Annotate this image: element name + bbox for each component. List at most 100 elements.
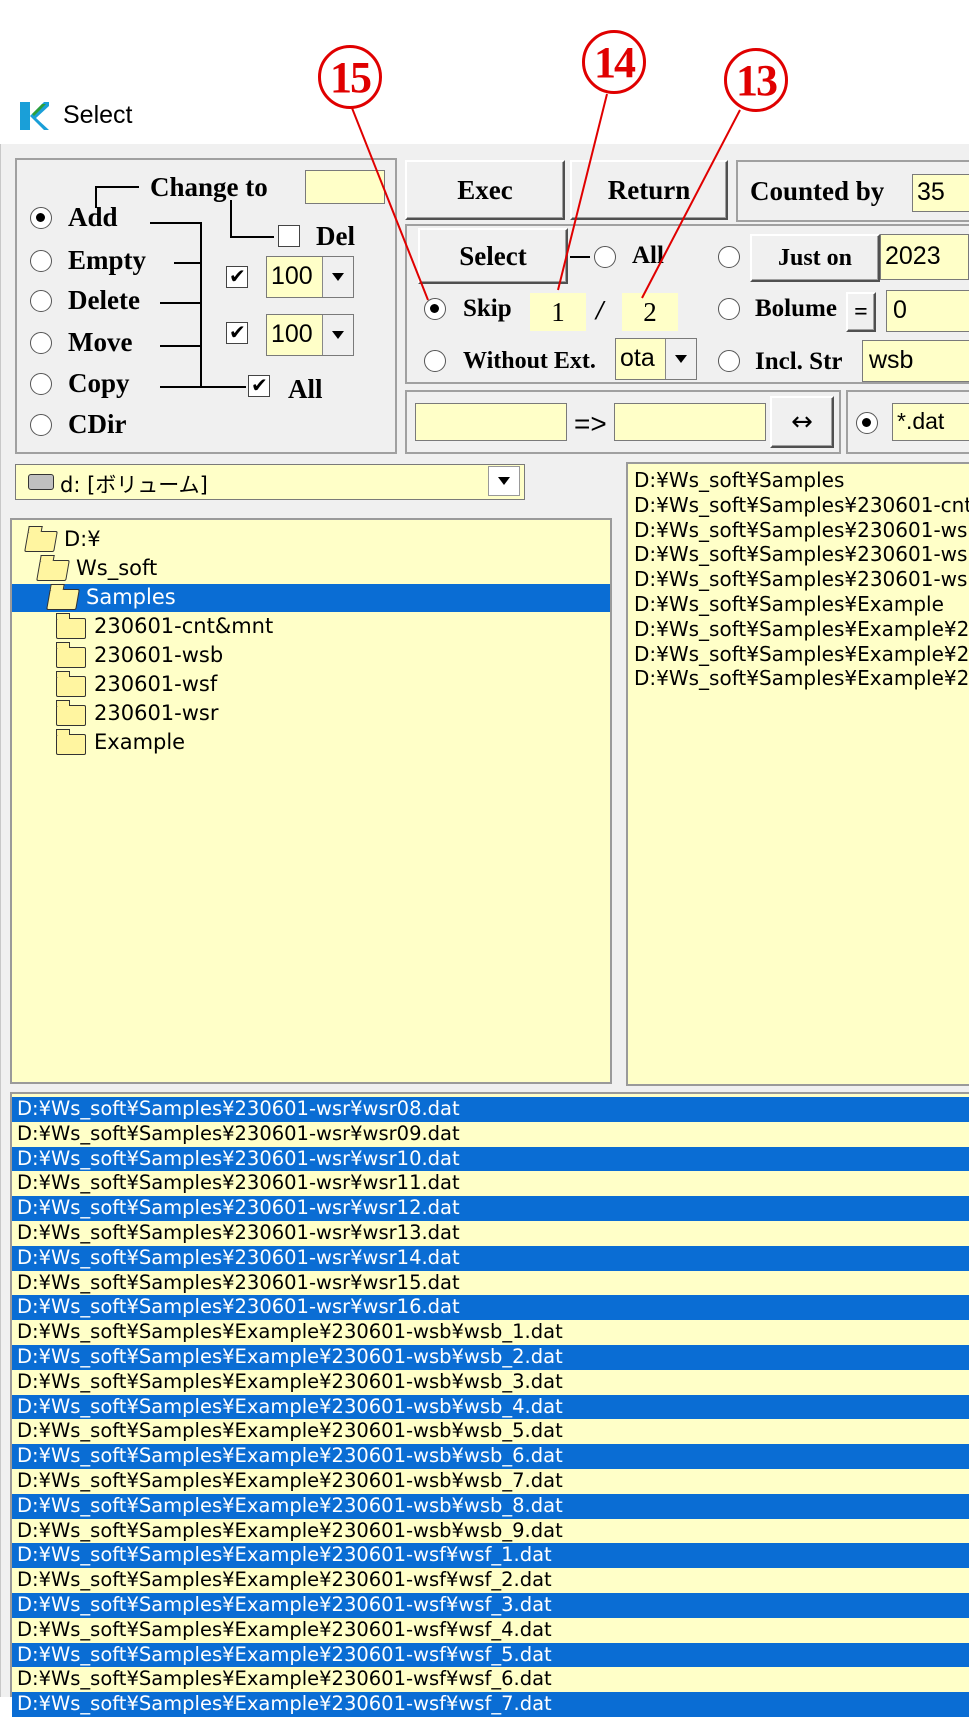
check-value1[interactable] — [226, 263, 248, 289]
file-list-item[interactable]: D:¥Ws_soft¥Samples¥Example¥230601-wsb¥ws… — [12, 1519, 969, 1544]
just-on-button[interactable]: Just on — [750, 234, 880, 282]
bolume-field[interactable]: 0 — [886, 290, 969, 332]
directory-list-item[interactable]: D:¥Ws_soft¥Samples — [634, 468, 844, 492]
del-checkbox[interactable] — [278, 225, 300, 247]
incl-str-field[interactable]: wsb — [862, 340, 969, 382]
folder-tree[interactable]: D:¥ Ws_soft Samples 230601-cnt&mnt 230601-ws… — [10, 518, 612, 1084]
without-ext-dropdown[interactable]: ota — [615, 338, 697, 380]
file-list-item[interactable]: D:¥Ws_soft¥Samples¥Example¥230601-wsf¥ws… — [12, 1593, 969, 1618]
radio-skip[interactable] — [424, 298, 446, 320]
tree-node[interactable]: D:¥ — [12, 526, 610, 554]
file-list-item[interactable]: D:¥Ws_soft¥Samples¥230601-wsr¥wsr13.dat — [12, 1221, 969, 1246]
tree-node[interactable]: 230601-wsb — [12, 642, 610, 670]
tree-node[interactable]: Example — [12, 729, 610, 757]
counted-by-field[interactable]: 35 — [912, 174, 969, 212]
file-path-text: D:¥Ws_soft¥Samples¥230601-wsr¥wsr10.dat — [17, 1146, 460, 1170]
directory-list[interactable]: D:¥Ws_soft¥Samples D:¥Ws_soft¥Samples¥230… — [626, 462, 969, 1086]
file-list-item[interactable]: D:¥Ws_soft¥Samples¥230601-wsr¥wsr11.dat — [12, 1171, 969, 1196]
directory-list-item[interactable]: D:¥Ws_soft¥Samples¥Example¥2 — [634, 666, 969, 690]
all-checkbox[interactable] — [248, 372, 270, 398]
drive-dropdown[interactable]: d: [ボリューム] — [15, 464, 525, 500]
file-list-item[interactable]: D:¥Ws_soft¥Samples¥230601-wsr¥wsr09.dat — [12, 1122, 969, 1147]
title-bar[interactable] — [0, 86, 969, 144]
all-label: All — [288, 374, 323, 404]
radio-all[interactable] — [594, 246, 616, 268]
value2-dropdown[interactable]: 100 — [266, 314, 354, 356]
tree-node[interactable]: 230601-cnt&mnt — [12, 613, 610, 641]
file-list-item[interactable]: D:¥Ws_soft¥Samples¥Example¥230601-wsb¥ws… — [12, 1370, 969, 1395]
folder-open-icon — [46, 589, 80, 610]
radio-just-on[interactable] — [718, 246, 740, 268]
chevron-down-icon[interactable] — [665, 339, 696, 379]
equals-button[interactable]: = — [846, 292, 876, 332]
radio-incl-str[interactable] — [718, 350, 740, 372]
folder-open-icon — [24, 531, 58, 552]
file-list-item[interactable]: D:¥Ws_soft¥Samples¥Example¥230601-wsf¥ws… — [12, 1543, 969, 1569]
change-to-field[interactable] — [305, 170, 385, 204]
filter-field[interactable]: *.dat — [892, 403, 969, 441]
tree-node[interactable]: 230601-wsf — [12, 671, 610, 699]
file-list-item[interactable]: D:¥Ws_soft¥Samples¥Example¥230601-wsb¥ws… — [12, 1469, 969, 1494]
directory-list-item[interactable]: D:¥Ws_soft¥Samples¥Example¥2 — [634, 642, 969, 666]
return-button[interactable]: Return — [570, 160, 728, 220]
tree-node[interactable]: 230601-wsr — [12, 700, 610, 728]
chevron-down-icon[interactable] — [322, 315, 353, 355]
connector — [230, 200, 232, 236]
file-path-text: D:¥Ws_soft¥Samples¥Example¥230601-wsf¥ws… — [17, 1593, 552, 1616]
rename-from-field[interactable] — [415, 403, 567, 441]
directory-list-item[interactable]: D:¥Ws_soft¥Samples¥Example — [634, 592, 944, 616]
directory-list-item[interactable]: D:¥Ws_soft¥Samples¥230601-ws — [634, 567, 967, 591]
file-list-item[interactable]: D:¥Ws_soft¥Samples¥Example¥230601-wsb¥ws… — [12, 1345, 969, 1370]
radio-empty[interactable] — [30, 250, 52, 272]
tree-node[interactable]: Samples — [12, 584, 610, 612]
file-path-text: D:¥Ws_soft¥Samples¥Example¥230601-wsb¥ws… — [17, 1369, 563, 1393]
radio-move[interactable] — [30, 332, 52, 354]
radio-cdir[interactable] — [30, 414, 52, 436]
file-list-item[interactable]: D:¥Ws_soft¥Samples¥Example¥230601-wsb¥ws… — [12, 1493, 969, 1519]
directory-list-item[interactable]: D:¥Ws_soft¥Samples¥Example¥2 — [634, 617, 969, 641]
file-list-item[interactable]: D:¥Ws_soft¥Samples¥230601-wsr¥wsr08.dat — [12, 1097, 969, 1122]
chevron-down-icon[interactable] — [488, 466, 520, 496]
file-list-item[interactable]: D:¥Ws_soft¥Samples¥Example¥230601-wsb¥ws… — [12, 1419, 969, 1444]
file-list-item[interactable]: D:¥Ws_soft¥Samples¥230601-wsr¥wsr15.dat — [12, 1271, 969, 1296]
chevron-down-icon[interactable] — [322, 257, 353, 297]
file-path-text: D:¥Ws_soft¥Samples¥Example¥230601-wsf¥ws… — [17, 1642, 552, 1666]
directory-list-item[interactable]: D:¥Ws_soft¥Samples¥230601-ws — [634, 518, 967, 542]
rename-to-field[interactable] — [614, 403, 766, 441]
radio-delete[interactable] — [30, 290, 52, 312]
file-path-text: D:¥Ws_soft¥Samples¥230601-wsr¥wsr11.dat — [17, 1171, 460, 1195]
directory-list-item[interactable]: D:¥Ws_soft¥Samples¥230601-cnt — [634, 493, 969, 517]
radio-copy[interactable] — [30, 373, 52, 395]
file-list-item[interactable]: D:¥Ws_soft¥Samples¥230601-wsr¥wsr16.dat — [12, 1295, 969, 1321]
radio-bolume[interactable] — [718, 298, 740, 320]
connector — [150, 222, 202, 224]
file-list-item[interactable]: D:¥Ws_soft¥Samples¥Example¥230601-wsf¥ws… — [12, 1568, 969, 1593]
select-button[interactable]: Select — [418, 228, 568, 284]
file-list-item[interactable]: D:¥Ws_soft¥Samples¥Example¥230601-wsb¥ws… — [12, 1444, 969, 1469]
year-dropdown[interactable]: 2023 — [880, 234, 969, 280]
file-list-item[interactable]: D:¥Ws_soft¥Samples¥Example¥230601-wsf¥ws… — [12, 1692, 969, 1717]
value1-dropdown[interactable]: 100 — [266, 256, 354, 298]
skip-numerator-field[interactable]: 1 — [530, 293, 586, 331]
skip-denominator-field[interactable]: 2 — [622, 293, 678, 331]
file-list-item[interactable]: D:¥Ws_soft¥Samples¥230601-wsr¥wsr10.dat — [12, 1146, 969, 1172]
file-path-text: D:¥Ws_soft¥Samples¥Example¥230601-wsf¥ws… — [17, 1667, 552, 1691]
file-list-item[interactable]: D:¥Ws_soft¥Samples¥Example¥230601-wsf¥ws… — [12, 1642, 969, 1668]
exec-button[interactable]: Exec — [405, 160, 565, 220]
check-value2[interactable] — [226, 319, 248, 345]
file-path-text: D:¥Ws_soft¥Samples¥Example¥230601-wsb¥ws… — [17, 1320, 563, 1344]
swap-arrows-icon: ↔ — [791, 407, 813, 437]
file-list-item[interactable]: D:¥Ws_soft¥Samples¥230601-wsr¥wsr14.dat — [12, 1245, 969, 1271]
file-list-item[interactable]: D:¥Ws_soft¥Samples¥Example¥230601-wsf¥ws… — [12, 1618, 969, 1643]
radio-filter[interactable] — [856, 412, 878, 434]
incl-str-label: Incl. Str — [755, 348, 843, 375]
file-list-item[interactable]: D:¥Ws_soft¥Samples¥230601-wsr¥wsr12.dat — [12, 1196, 969, 1221]
file-list-item[interactable]: D:¥Ws_soft¥Samples¥Example¥230601-wsf¥ws… — [12, 1667, 969, 1692]
radio-without-ext[interactable] — [424, 350, 446, 372]
file-list-item[interactable]: D:¥Ws_soft¥Samples¥Example¥230601-wsb¥ws… — [12, 1320, 969, 1345]
radio-add[interactable] — [30, 207, 52, 229]
directory-list-item[interactable]: D:¥Ws_soft¥Samples¥230601-ws — [634, 542, 967, 566]
swap-button[interactable]: ↔ — [770, 396, 834, 448]
tree-node[interactable]: Ws_soft — [12, 555, 610, 583]
file-list-item[interactable]: D:¥Ws_soft¥Samples¥Example¥230601-wsb¥ws… — [12, 1394, 969, 1420]
